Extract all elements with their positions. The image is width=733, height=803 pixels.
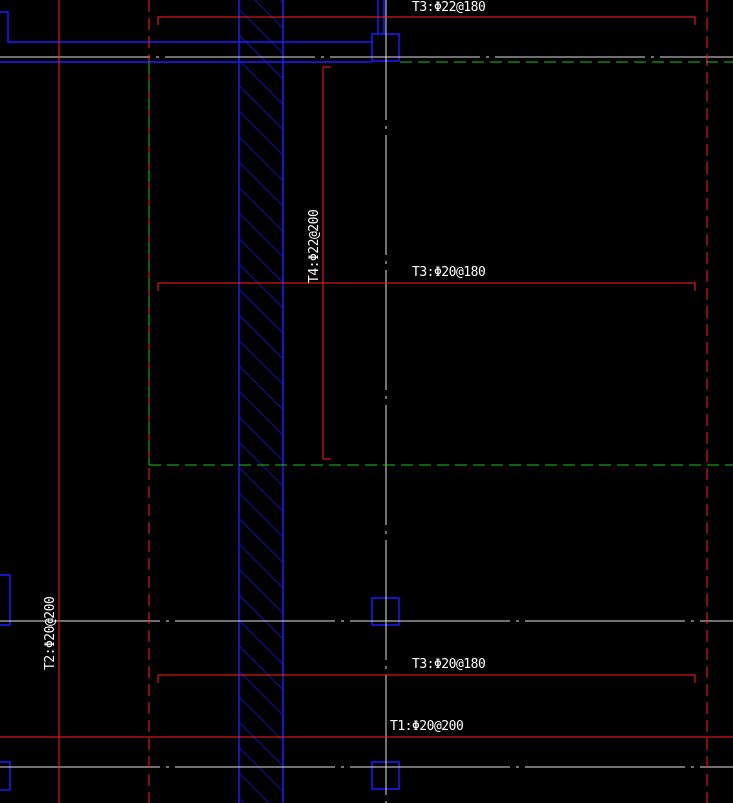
column-left-bottom	[0, 761, 11, 791]
rebar-t4-vertical	[322, 66, 331, 460]
slab-boundary	[148, 61, 733, 466]
top-beam	[0, 0, 385, 63]
label-t3-lower: T3:Φ20@180	[412, 657, 485, 672]
label-t3-top: T3:Φ22@180	[412, 0, 485, 15]
column-left-edge	[0, 574, 11, 626]
rebar-lines	[0, 0, 733, 803]
hatched-wall	[239, 0, 283, 803]
label-t3-middle: T3:Φ20@180	[412, 265, 485, 280]
label-t2: T2:Φ20@200	[43, 597, 58, 670]
label-t4: T4:Φ22@200	[307, 210, 322, 283]
label-t1: T1:Φ20@200	[390, 719, 463, 734]
cad-drawing-canvas: T3:Φ22@180 T3:Φ20@180 T3:Φ20@180 T1:Φ20@…	[0, 0, 733, 803]
